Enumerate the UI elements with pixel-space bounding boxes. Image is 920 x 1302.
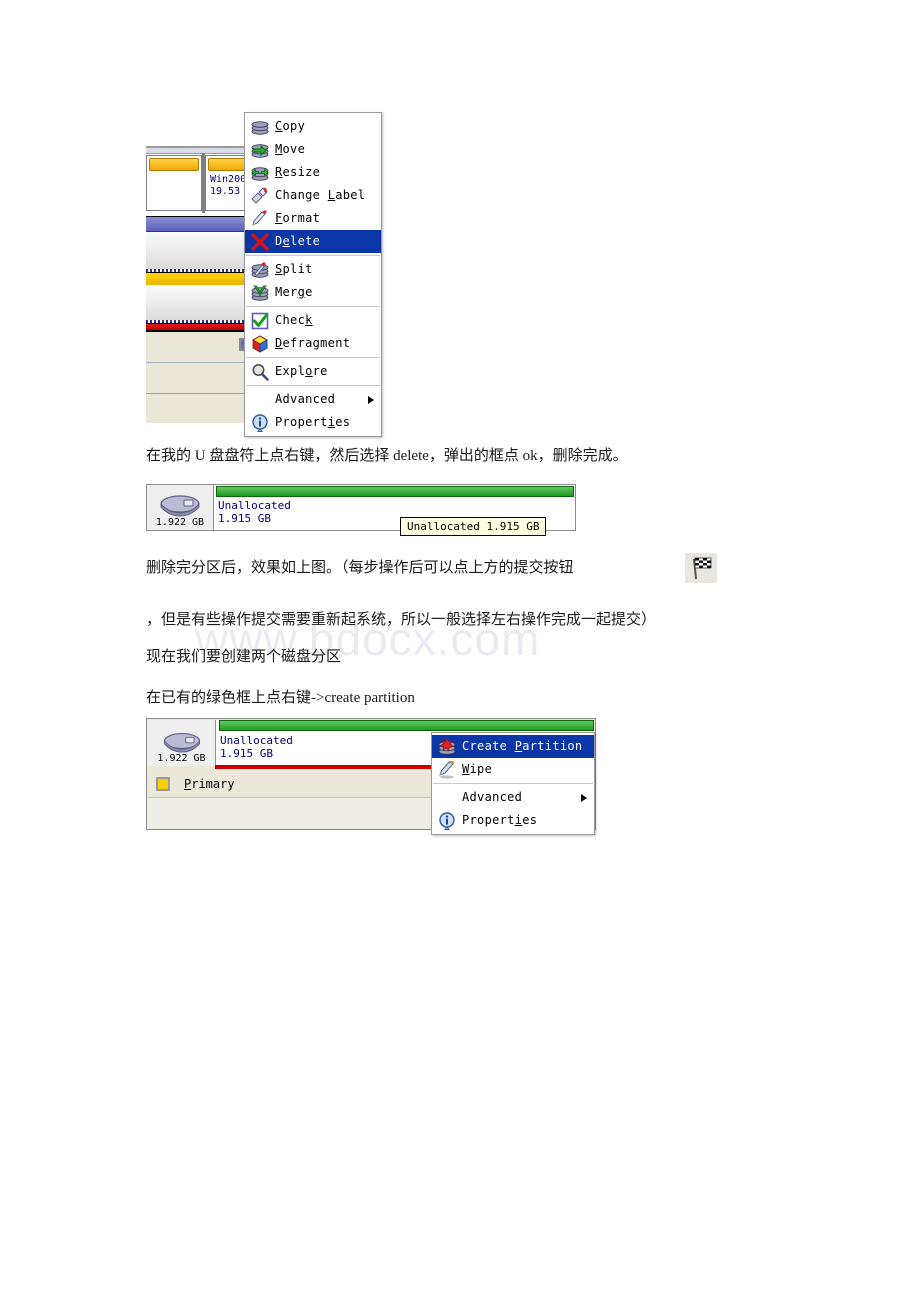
legend-swatch-primary: [156, 776, 170, 791]
menu-item-label: Format: [275, 211, 321, 225]
menu-item-label: Advanced: [275, 392, 336, 406]
partition-size: 1.915 GB: [218, 512, 271, 525]
menu-item-create-partition[interactable]: Create Partition: [432, 735, 594, 758]
menu-item-split[interactable]: Split: [245, 258, 381, 281]
partition-size-3: 1.915 GB: [220, 747, 273, 760]
menu-item-label: Merge: [275, 285, 313, 299]
menu-item-label: Change Label: [275, 188, 366, 202]
defragment-icon: [249, 334, 271, 354]
menu-item-properties[interactable]: Properties: [245, 411, 381, 434]
tooltip-unallocated: Unallocated 1.915 GB: [400, 517, 547, 536]
menu-item-no-icon: [249, 390, 271, 410]
partition-block-1-cap: [149, 158, 199, 171]
menu-item-label: Copy: [275, 119, 306, 133]
menu-item-label: Split: [275, 262, 313, 276]
menu-separator: [246, 385, 380, 386]
checkered-flag-icon[interactable]: [685, 553, 717, 583]
copy-icon: [249, 117, 271, 137]
wipe-icon: [436, 760, 458, 780]
disk-size-label: 1.922 GB: [155, 517, 205, 528]
menu-item-label: Delete: [275, 234, 321, 248]
paragraph-result-note: 删除完分区后，效果如上图。（每步操作后可以点上方的提交按钮: [146, 560, 574, 576]
delete-icon: [249, 232, 271, 252]
menu-item-defragment[interactable]: Defragment: [245, 332, 381, 355]
menu-item-copy[interactable]: Copy: [245, 115, 381, 138]
figure-partition-context-menu: Win2008 19.53 GE Copy Move Resize Change…: [146, 112, 382, 437]
context-menu-create-partition[interactable]: Create Partition Wipe Advanced Properties: [431, 732, 595, 835]
menu-item-delete[interactable]: Delete: [245, 230, 381, 253]
paragraph-create-two: 现在我们要创建两个磁盘分区: [146, 649, 342, 665]
menu-item-label: Advanced: [462, 790, 523, 804]
legend-label-primary-rest: rimary: [191, 776, 235, 791]
menu-item-label: Create Partition: [462, 739, 583, 753]
partition-info-3: Unallocated 1.915 GB: [220, 734, 293, 760]
partition-bar-green-3: [219, 720, 594, 731]
figure-create-partition-menu: 1.922 GB Unallocated 1.915 GB Primary Cre…: [146, 718, 596, 835]
hard-disk-icon: [163, 733, 200, 753]
menu-separator: [246, 255, 380, 256]
partition-label-3: Unallocated: [220, 734, 293, 747]
legend-label-primary: Primary: [184, 777, 235, 791]
disk-size-label-3: 1.922 GB: [157, 753, 206, 764]
format-icon: [249, 209, 271, 229]
menu-item-label: Wipe: [462, 762, 493, 776]
menu-item-move[interactable]: Move: [245, 138, 381, 161]
menu-separator: [246, 357, 380, 358]
menu-item-explore[interactable]: Explore: [245, 360, 381, 383]
create-partition-icon: [436, 737, 458, 757]
change-label-icon: [249, 186, 271, 206]
menu-item-label: Check: [275, 313, 313, 327]
menu-item-label: Defragment: [275, 336, 351, 350]
menu-item-merge[interactable]: Merge: [245, 281, 381, 304]
resize-icon: [249, 163, 271, 183]
paragraph-delete-instruction: 在我的 U 盘盘符上点右键，然后选择 delete，弹出的框点 ok，删除完成。: [146, 448, 628, 464]
menu-item-wipe[interactable]: Wipe: [432, 758, 594, 781]
paragraph-create-partition-step: 在已有的绿色框上点右键->create partition: [146, 690, 415, 706]
menu-item-no-icon: [436, 788, 458, 808]
menu-item-label: Properties: [275, 415, 351, 429]
check-icon: [249, 311, 271, 331]
menu-item-advanced[interactable]: Advanced: [432, 786, 594, 809]
menu-item-label: Properties: [462, 813, 538, 827]
partition-bar-green: [216, 486, 574, 497]
paragraph-commit-note: ，但是有些操作提交需要重新起系统，所以一般选择左右操作完成一起提交）: [146, 612, 657, 628]
split-icon: [249, 260, 271, 280]
disk-summary-cell[interactable]: 1.922 GB: [146, 484, 214, 531]
move-icon: [249, 140, 271, 160]
properties-icon: [436, 811, 458, 831]
menu-item-label: Explore: [275, 364, 328, 378]
menu-item-check[interactable]: Check: [245, 309, 381, 332]
menu-item-resize[interactable]: Resize: [245, 161, 381, 184]
submenu-arrow-icon: [368, 395, 374, 404]
disk-summary-cell-3[interactable]: 1.922 GB: [148, 720, 216, 766]
document-page: www.bdocx.com Win2008 19.53 GE Copy Move…: [0, 0, 920, 1302]
menu-item-properties[interactable]: Properties: [432, 809, 594, 832]
partition-block-1[interactable]: [146, 155, 202, 211]
explore-icon: [249, 362, 271, 382]
menu-item-label: Resize: [275, 165, 321, 179]
menu-separator: [246, 306, 380, 307]
figure-unallocated-result: 1.922 GB Unallocated 1.915 GB Unallocated…: [146, 484, 576, 536]
merge-icon: [249, 283, 271, 303]
menu-item-format[interactable]: Format: [245, 207, 381, 230]
menu-separator: [433, 783, 593, 784]
submenu-arrow-icon: [581, 793, 587, 802]
hard-disk-icon: [160, 495, 200, 517]
context-menu-partition[interactable]: Copy Move Resize Change Label Format Del…: [244, 112, 382, 437]
partition-info: Unallocated 1.915 GB: [218, 499, 291, 525]
partition-label: Unallocated: [218, 499, 291, 512]
menu-item-change-label[interactable]: Change Label: [245, 184, 381, 207]
properties-icon: [249, 413, 271, 433]
menu-item-label: Move: [275, 142, 306, 156]
menu-item-advanced[interactable]: Advanced: [245, 388, 381, 411]
